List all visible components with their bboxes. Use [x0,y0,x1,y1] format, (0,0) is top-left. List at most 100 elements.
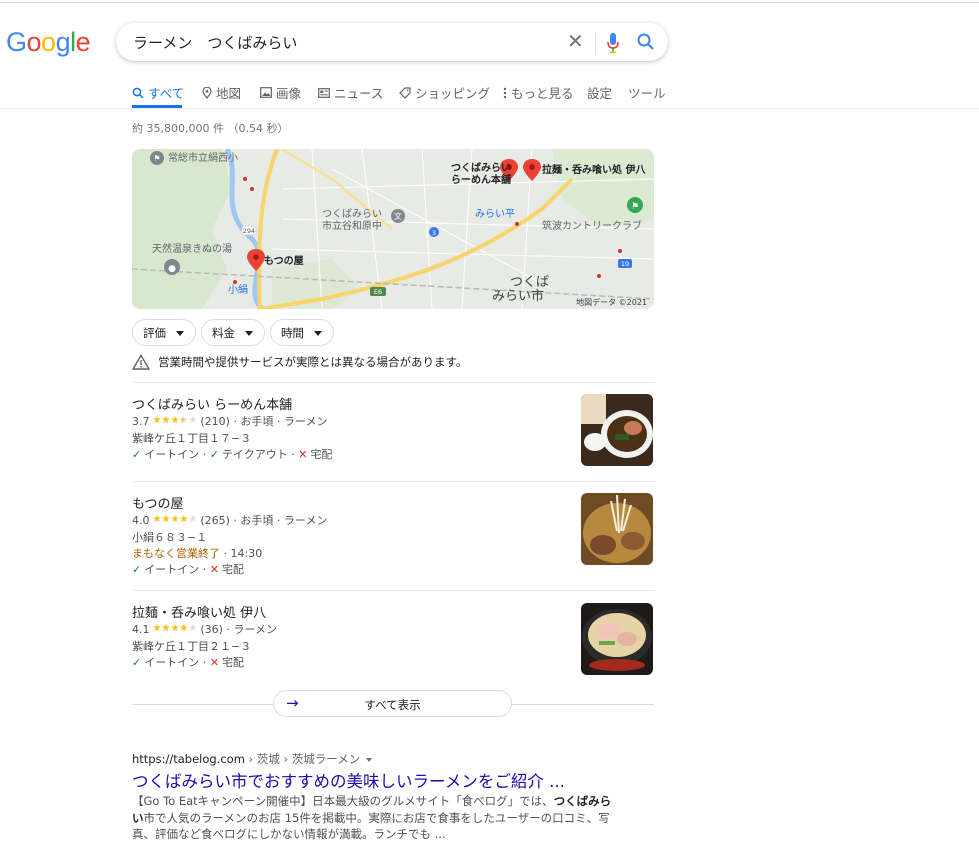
star-icon: ★ [188,514,198,525]
search-divider [595,32,596,54]
listing-hours: まもなく営業終了 · 14:30 [132,546,263,561]
star-icon: ★ [152,623,162,634]
listing-address: 紫峰ケ丘１丁目２１−３ [132,640,252,653]
listing-rating-row: 4.1 ★ ★ ★ ★ ★ (36) · ラーメン [132,622,277,637]
svg-text:⚑: ⚑ [631,202,639,212]
map-label-station1: みらい平 [475,208,515,220]
map-label-city-line2: みらい市 [492,288,544,304]
star-icon: ★ [161,415,171,426]
result-url[interactable]: https://tabelog.com › 茨城 › 茨城ラーメン [132,751,373,767]
filter-hours[interactable]: 時間 [270,319,334,346]
map-route-3: 3 [432,229,436,237]
star-icon: ★ [170,623,180,634]
search-box[interactable]: ラーメン つくばみらい ✕ [116,23,668,61]
tab-all[interactable]: すべて [132,83,184,102]
local-result-item[interactable]: つくばみらい らーめん本舗 3.7 ★ ★ ★ ★ ★ (210) · お手頃 · ラー… [132,394,654,484]
news-icon [318,87,330,98]
listing-services: ✓ イートイン · ✕ 宅配 [132,655,244,670]
star-icon: ★ [152,514,162,525]
listing-photo[interactable] [581,394,653,466]
svg-text:●: ● [168,264,176,274]
star-icon: ★ [161,623,171,634]
tab-maps[interactable]: 地図 [202,83,241,102]
map-label-golf: 筑波カントリークラブ [542,219,642,232]
divider [132,590,654,591]
star-icon: ★ [152,415,162,426]
map-label-city-line1: つくば [510,275,549,290]
star-icon: ★ [161,514,171,525]
star-rating: ★ ★ ★ ★ ★ [153,515,198,525]
map-route-19: 19 [621,260,629,268]
filter-price[interactable]: 料金 [201,319,265,346]
star-rating: ★ ★ ★ ★ ★ [153,624,198,634]
star-icon: ★ [188,415,198,426]
listing-name: つくばみらい らーめん本舗 [132,398,293,413]
star-icon: ★ [170,514,180,525]
caret-down-icon [176,331,184,336]
hours-warning: 営業時間や提供サービスが実際とは異なる場合があります。 [132,354,467,370]
tab-news[interactable]: ニュース [318,83,383,102]
tab-images[interactable]: 画像 [260,83,301,102]
search-input[interactable]: ラーメン つくばみらい [133,32,297,53]
closing-soon-status: まもなく営業終了 [132,547,220,560]
map-label-shop1-line1: つくばみらい [451,161,511,174]
listing-name: もつの屋 [132,497,184,512]
divider [132,481,654,482]
map-label-school2-line2: 市立谷和原中 [322,219,382,232]
warning-icon [132,354,150,370]
result-snippet: 【Go To Eatキャンペーン開催中】日本最大級のグルメサイト「食べログ」では… [132,794,612,841]
map-label-station2: 小絹 [228,283,248,296]
tab-more[interactable]: もっと見る [503,83,574,102]
result-title-link[interactable]: つくばみらい市でおすすめの美味しいラーメンをご紹介 ... [132,768,565,792]
top-border [0,2,979,3]
clear-icon[interactable]: ✕ [567,31,584,51]
google-logo[interactable]: Google [6,27,91,58]
check-icon: ✓ [132,655,142,669]
map-label-school: 常総市立絹西小 [168,151,238,164]
svg-text:文: 文 [394,211,402,221]
check-icon: ✓ [132,447,142,461]
more-vert-icon [503,87,507,98]
listing-services: ✓ イートイン · ✓ テイクアウト · ✕ 宅配 [132,447,333,462]
result-stats: 約 35,800,000 件 （0.54 秒） [132,122,289,135]
map-route-e6: E6 [374,288,382,296]
filter-rating[interactable]: 評価 [132,319,196,346]
map-label-shop3: 拉麺・呑み喰い処 伊八 [542,163,646,176]
check-icon: ✓ [132,562,142,576]
caret-down-icon [245,331,253,336]
microphone-icon[interactable] [606,32,620,54]
show-all-button[interactable]: → すべて表示 [273,690,512,717]
listing-photo[interactable] [581,493,653,565]
local-results-map[interactable]: 294 3 19 E6 ⚑ 常総市立絹西小 文 つくばみらい 市立谷和原中 ● … [132,149,654,309]
star-icon: ★ [188,623,198,634]
listing-photo[interactable] [581,603,653,675]
tabs-divider [0,108,979,109]
caret-down-icon[interactable] [366,757,373,762]
map-label-shop1-line2: らーめん本舗 [451,173,511,186]
local-result-item[interactable]: もつの屋 4.0 ★ ★ ★ ★ ★ (265) · お手頃 · ラーメン 小絹６８３−… [132,493,654,583]
listing-rating-row: 3.7 ★ ★ ★ ★ ★ (210) · お手頃 · ラーメン [132,414,328,429]
tab-shopping[interactable]: ショッピング [399,83,490,102]
search-icon[interactable] [636,32,656,52]
tag-icon [399,86,411,99]
check-icon: ✓ [209,447,219,461]
local-result-item[interactable]: 拉麺・呑み喰い処 伊八 4.1 ★ ★ ★ ★ ★ (36) · ラーメン 紫峰ケ丘１丁… [132,602,654,692]
star-rating: ★ ★ ★ ★ ★ [153,416,198,426]
tab-settings[interactable]: 設定 [587,83,612,102]
star-icon: ★ [179,623,189,634]
tab-tools[interactable]: ツール [628,83,666,102]
map-route-294: 294 [243,227,255,235]
listing-address: 小絹６８３−１ [132,531,208,544]
map-label-shop2: もつの屋 [264,255,304,267]
star-icon: ★ [179,514,189,525]
listing-address: 紫峰ケ丘１丁目１７−３ [132,432,252,445]
cross-icon: ✕ [209,562,219,576]
divider [132,382,654,383]
svg-text:⚑: ⚑ [153,154,160,163]
star-icon: ★ [179,415,189,426]
listing-rating-row: 4.0 ★ ★ ★ ★ ★ (265) · お手頃 · ラーメン [132,513,328,528]
listing-name: 拉麺・呑み喰い処 伊八 [132,606,267,621]
map-credit: 地図データ ©2021 [576,297,647,307]
map-label-onsen: 天然温泉きぬの湯 [152,242,232,255]
cross-icon: ✕ [298,447,308,461]
